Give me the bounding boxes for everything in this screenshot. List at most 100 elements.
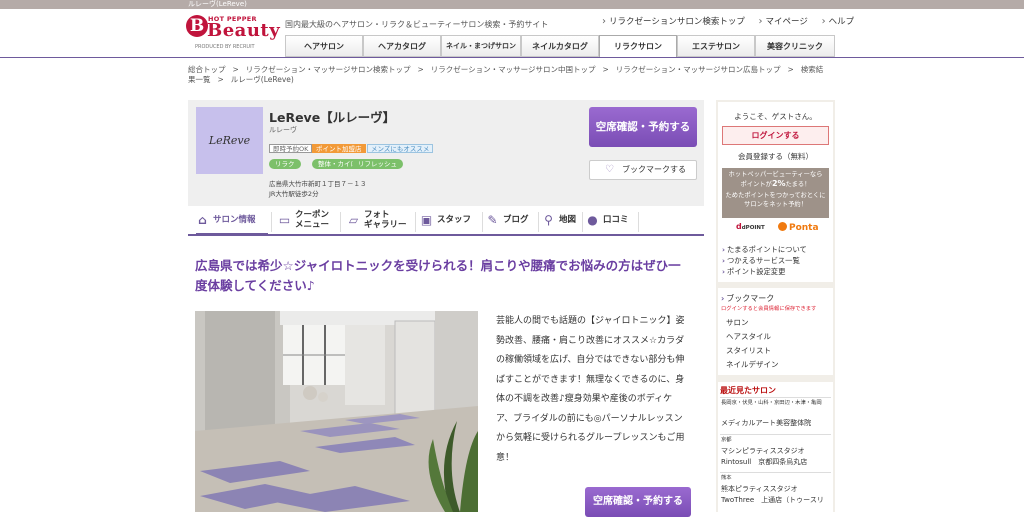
nav-separator (340, 212, 341, 232)
tab-hair-salon[interactable]: ヘアサロン (285, 35, 363, 57)
recent-salon-name-line2[interactable]: Rintosull 京都四条烏丸店 (721, 457, 807, 468)
salon-tab-coupon[interactable]: ▭ クーポン メニュー (278, 206, 338, 234)
salon-tab-photo-label: フォト ギャラリー (364, 210, 407, 230)
logo-mark: B (186, 15, 208, 37)
hotpepper-beauty-logo[interactable]: B HOT PEPPER Beauty PRODUCED BY RECRUIT (186, 14, 280, 54)
bookmark-salon-link[interactable]: サロン (726, 317, 749, 328)
recent-salon-area: 長岡京・伏見・山科・京田辺・木津・亀岡 (721, 400, 822, 406)
breadcrumb-item[interactable]: リラクゼーション・マッサージサロン検索トップ (246, 65, 411, 74)
recent-salon-name[interactable]: メディカルアート美容整体院 (721, 418, 811, 429)
salon-tab-reviews[interactable]: ● 口コミ (586, 206, 636, 234)
bookmark-stylist-link[interactable]: スタイリスト (726, 345, 771, 356)
photo-icon: ▱ (348, 213, 359, 227)
nav-separator (538, 212, 539, 232)
studio-photo-illustration (195, 311, 478, 512)
recent-salon-area: 京都 (721, 437, 732, 443)
reserve-button[interactable]: 空席確認・予約する (589, 107, 697, 147)
pen-icon: ✎ (487, 213, 498, 227)
sidebar-login-box: ようこそ、ゲストさん。 ログインする 会員登録する（無料） ホットペッパービュー… (718, 102, 833, 282)
recent-salons-box: 最近見たサロン 長岡京・伏見・山科・京田辺・木津・亀岡 メディカルアート美容整体… (718, 382, 833, 512)
tab-esthe-salon[interactable]: エステサロン (677, 35, 755, 57)
bookmark-label: ブックマークする (622, 165, 686, 174)
register-link[interactable]: 会員登録する（無料） (718, 151, 833, 162)
nav-separator (482, 212, 483, 232)
top-link-help[interactable]: ヘルプ (822, 17, 855, 27)
salon-nav: ⌂ サロン情報 ▭ クーポン メニュー ▱ フォト ギャラリー ▣ スタッフ ✎ ブ… (188, 206, 704, 236)
window-title: ルレーヴ(LeReve) (188, 0, 247, 8)
badge-point-member: ポイント加盟店 (312, 144, 366, 153)
dpoint-logo: ddPOINT (736, 222, 765, 231)
point-link-services[interactable]: つかえるサービス一覧 (722, 255, 800, 266)
divider (720, 397, 831, 398)
tab-nail-catalog[interactable]: ネイルカタログ (521, 35, 599, 57)
recent-salon-name-line2[interactable]: TwoThree 上通店（トゥースリ (721, 495, 824, 506)
sidebar: ようこそ、ゲストさん。 ログインする 会員登録する（無料） ホットペッパービュー… (716, 100, 835, 512)
bookmark-title[interactable]: ブックマーク (721, 293, 774, 304)
breadcrumb-item[interactable]: リラクゼーション・マッサージサロン中国トップ (431, 65, 596, 74)
salon-thumbnail: LeReve (196, 107, 263, 174)
salon-tab-info-label: サロン情報 (213, 215, 256, 225)
logo-produced-by: PRODUCED BY RECRUIT (195, 44, 255, 50)
point-link-settings[interactable]: ポイント設定変更 (722, 266, 785, 277)
ponta-logo: Ponta (778, 222, 819, 233)
salon-tab-blog-label: ブログ (503, 215, 529, 225)
badge-mens-recommended: メンズにもオススメ (367, 144, 434, 153)
salon-tab-info[interactable]: ⌂ サロン情報 (196, 206, 268, 236)
recent-salon-name[interactable]: 熊本ピラティススタジオ (721, 484, 798, 495)
breadcrumb-item[interactable]: リラクゼーション・マッサージサロン広島トップ (616, 65, 781, 74)
reserve-button-bottom[interactable]: 空席確認・予約する (585, 487, 691, 517)
breadcrumb-current: ルレーヴ(LeReve) (230, 75, 294, 84)
salon-tab-blog[interactable]: ✎ ブログ (486, 206, 536, 234)
bookmark-nail-link[interactable]: ネイルデザイン (726, 359, 779, 370)
point-link-about[interactable]: たまるポイントについて (722, 244, 807, 255)
point-banner[interactable]: ホットペッパービューティーなら ポイントが2%たまる！ ためたポイントをつかって… (722, 168, 829, 218)
salon-tab-map[interactable]: ⚲ 地図 (542, 206, 582, 234)
salon-tab-map-label: 地図 (559, 215, 577, 225)
login-button[interactable]: ログインする (722, 126, 829, 145)
recent-salon-name[interactable]: マシンピラティススタジオ (721, 446, 805, 457)
salon-tab-coupon-label: クーポン メニュー (295, 210, 330, 230)
salon-tab-photo[interactable]: ▱ フォト ギャラリー (347, 206, 413, 234)
salon-tab-staff-label: スタッフ (437, 215, 472, 225)
category-relax: リラク (269, 159, 301, 169)
tab-hair-catalog[interactable]: ヘアカタログ (363, 35, 441, 57)
logo-beauty: Beauty (207, 20, 281, 41)
salon-catch-copy: 広島県では希少☆ジャイロトニックを受けられる！肩こりや腰痛でお悩みの方はぜひ一度… (195, 258, 681, 293)
salon-tab-staff[interactable]: ▣ スタッフ (420, 206, 480, 234)
top-link-relax-search[interactable]: リラクゼーションサロン検索トップ (602, 17, 745, 27)
window-title-bar: ルレーヴ(LeReve) (0, 0, 1024, 9)
top-link-mypage[interactable]: マイページ (759, 17, 808, 27)
site-tagline: 国内最大級のヘアサロン・リラク＆ビューティーサロン検索・予約サイト (285, 20, 549, 29)
nav-separator (582, 212, 583, 232)
salon-description: 芸能人の間でも話題の【ジャイロトニック】姿勢改善、腰痛・肩こり改善にオススメ☆カ… (496, 316, 685, 463)
category-refresh: リフレッシュ (352, 159, 403, 169)
point-banner-line4: サロンをネット予約！ (744, 201, 807, 208)
salon-name: LeReve【ルレーヴ】 (269, 110, 396, 125)
home-icon: ⌂ (198, 213, 207, 227)
point-banner-line1: ホットペッパービューティーなら (728, 171, 823, 178)
bookmark-button[interactable]: ♡ ブックマークする (589, 160, 697, 180)
tab-relax-salon[interactable]: リラクサロン (599, 35, 677, 58)
breadcrumb: 総合トップ > リラクゼーション・マッサージサロン検索トップ > リラクゼーション・マッ… (188, 65, 824, 84)
badge-instant-booking: 即時予約OK (269, 144, 313, 153)
tab-beauty-clinic[interactable]: 美容クリニック (755, 35, 835, 57)
salon-access: JR大竹駅徒歩2分 (269, 190, 319, 198)
bookmark-hairstyle-link[interactable]: ヘアスタイル (726, 331, 771, 342)
map-pin-icon: ⚲ (544, 213, 553, 227)
tab-nail-eyelash[interactable]: ネイル・まつげサロン (441, 35, 521, 57)
breadcrumb-item[interactable]: 総合トップ (188, 65, 226, 74)
nav-separator (638, 212, 639, 232)
recent-salons-title: 最近見たサロン (720, 386, 776, 395)
staff-icon: ▣ (420, 213, 433, 227)
sidebar-bookmark-box: ブックマーク ログインすると会員情報に保存できます サロン ヘアスタイル スタイ… (718, 288, 833, 375)
point-banner-line3: ためたポイントをつかっておとくに (725, 192, 826, 199)
chat-icon: ● (587, 213, 598, 227)
welcome-text: ようこそ、ゲストさん。 (734, 112, 817, 121)
point-logos: ddPOINT Ponta (722, 222, 829, 236)
salon-photo (195, 311, 478, 512)
coupon-icon: ▭ (278, 213, 291, 227)
divider (720, 472, 831, 473)
top-links: リラクゼーションサロン検索トップ マイページ ヘルプ (602, 15, 865, 27)
nav-separator (271, 212, 272, 232)
nav-divider (0, 57, 1024, 58)
